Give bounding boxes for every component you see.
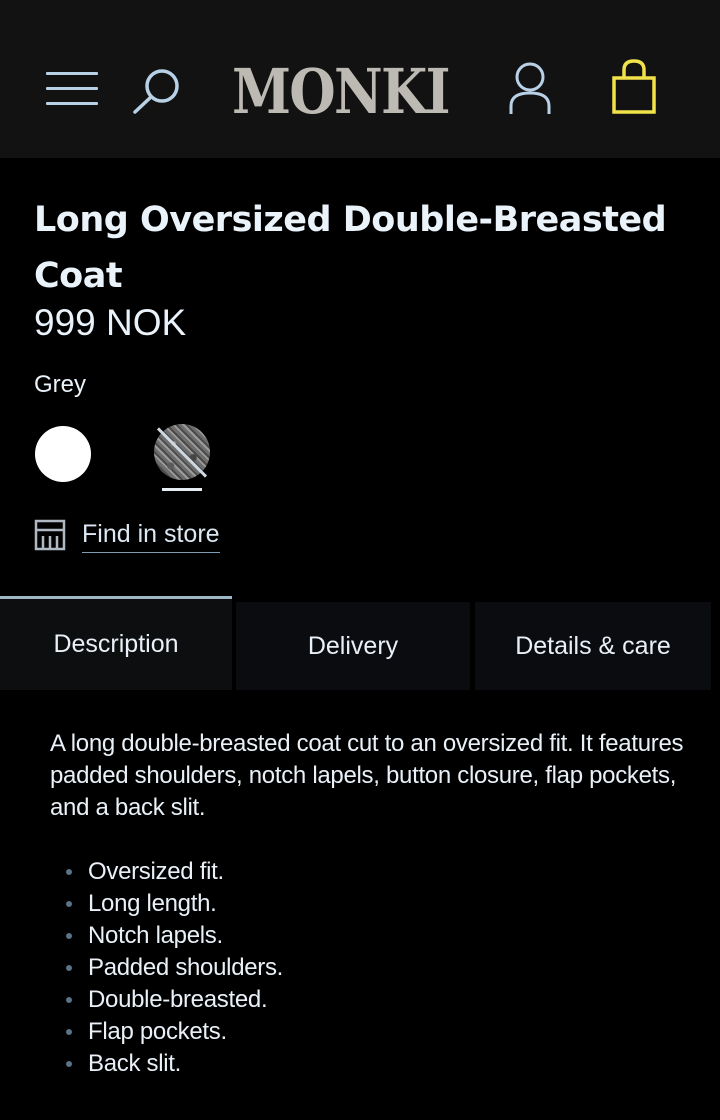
- hamburger-menu-icon[interactable]: [46, 72, 98, 106]
- bullet-icon: [66, 933, 72, 939]
- feature-text: Oversized fit.: [88, 858, 224, 885]
- tab-delivery[interactable]: Delivery: [236, 602, 470, 690]
- store-icon: [34, 518, 66, 552]
- color-swatch-grey[interactable]: [150, 422, 214, 494]
- find-in-store-label: Find in store: [82, 516, 220, 553]
- selected-color-label: Grey: [34, 371, 87, 398]
- bullet-icon: [66, 901, 72, 907]
- list-item: Back slit.: [50, 1048, 650, 1080]
- menu-bar: [46, 87, 98, 90]
- feature-list: Oversized fit. Long length. Notch lapels…: [50, 856, 650, 1080]
- user-icon[interactable]: [508, 60, 552, 116]
- feature-text: Double-breasted.: [88, 986, 268, 1013]
- feature-text: Back slit.: [88, 1050, 182, 1077]
- bullet-icon: [66, 869, 72, 875]
- shopping-bag-icon[interactable]: [610, 58, 658, 116]
- tab-details-care[interactable]: Details & care: [475, 602, 711, 690]
- bullet-icon: [66, 1029, 72, 1035]
- bullet-icon: [66, 997, 72, 1003]
- search-icon[interactable]: [130, 66, 184, 116]
- menu-bar: [46, 102, 98, 105]
- product-title: Long Oversized Double-Breasted Coat: [34, 200, 667, 296]
- feature-text: Flap pockets.: [88, 1018, 227, 1045]
- list-item: Long length.: [50, 888, 650, 920]
- brand-logo[interactable]: MONKI: [232, 52, 452, 132]
- site-header: MONKI: [0, 0, 720, 158]
- list-item: Double-breasted.: [50, 984, 650, 1016]
- list-item: Flap pockets.: [50, 1016, 650, 1048]
- product-price: 999 NOK: [34, 302, 187, 343]
- selected-swatch-indicator: [162, 488, 202, 491]
- list-item: Padded shoulders.: [50, 952, 650, 984]
- product-info-tabs: Description Delivery Details & care: [0, 596, 720, 690]
- menu-bar: [46, 72, 98, 75]
- bullet-icon: [66, 965, 72, 971]
- color-swatch-white[interactable]: [35, 426, 91, 482]
- list-item: Notch lapels.: [50, 920, 650, 952]
- tab-description[interactable]: Description: [0, 596, 232, 690]
- feature-text: Long length.: [88, 890, 217, 917]
- bullet-icon: [66, 1061, 72, 1067]
- list-item: Oversized fit.: [50, 856, 650, 888]
- product-description: A long double-breasted coat cut to an ov…: [50, 730, 684, 821]
- feature-text: Padded shoulders.: [88, 954, 284, 981]
- feature-text: Notch lapels.: [88, 922, 223, 949]
